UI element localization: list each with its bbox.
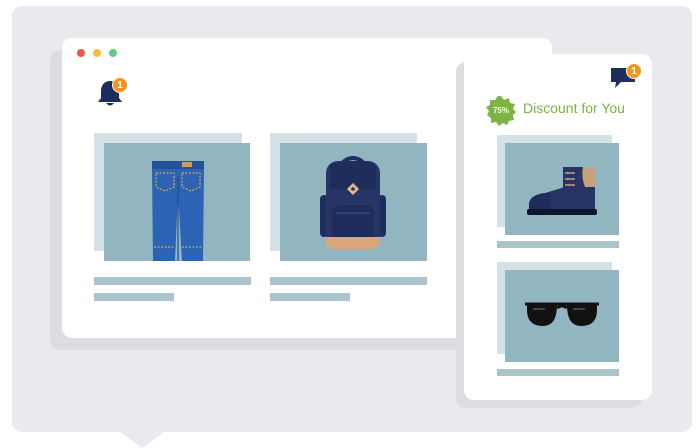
product-card-backpack[interactable] — [280, 143, 427, 261]
product-title-placeholder — [270, 277, 427, 285]
product-title-placeholder — [497, 241, 619, 248]
window-maximize-button[interactable] — [109, 49, 117, 57]
product-card-sunglasses[interactable] — [505, 270, 619, 362]
jeans-icon — [152, 161, 204, 261]
product-card-boot[interactable] — [505, 143, 619, 235]
product-card-jeans[interactable] — [104, 143, 250, 261]
notification-badge: 1 — [112, 77, 128, 93]
window-minimize-button[interactable] — [93, 49, 101, 57]
discount-percent: 75% — [492, 106, 509, 115]
backpack-icon — [320, 156, 386, 249]
discount-badge: 75% — [486, 96, 516, 126]
sunglasses-icon — [525, 302, 599, 326]
message-badge: 1 — [626, 63, 642, 79]
speech-bubble-tail — [120, 432, 164, 448]
product-title-placeholder — [94, 277, 251, 285]
window-close-button[interactable] — [77, 49, 85, 57]
discount-title: Discount for You — [523, 100, 625, 116]
product-title-placeholder — [497, 369, 619, 376]
product-price-placeholder — [94, 293, 174, 301]
product-price-placeholder — [270, 293, 350, 301]
boot-icon — [527, 167, 597, 215]
